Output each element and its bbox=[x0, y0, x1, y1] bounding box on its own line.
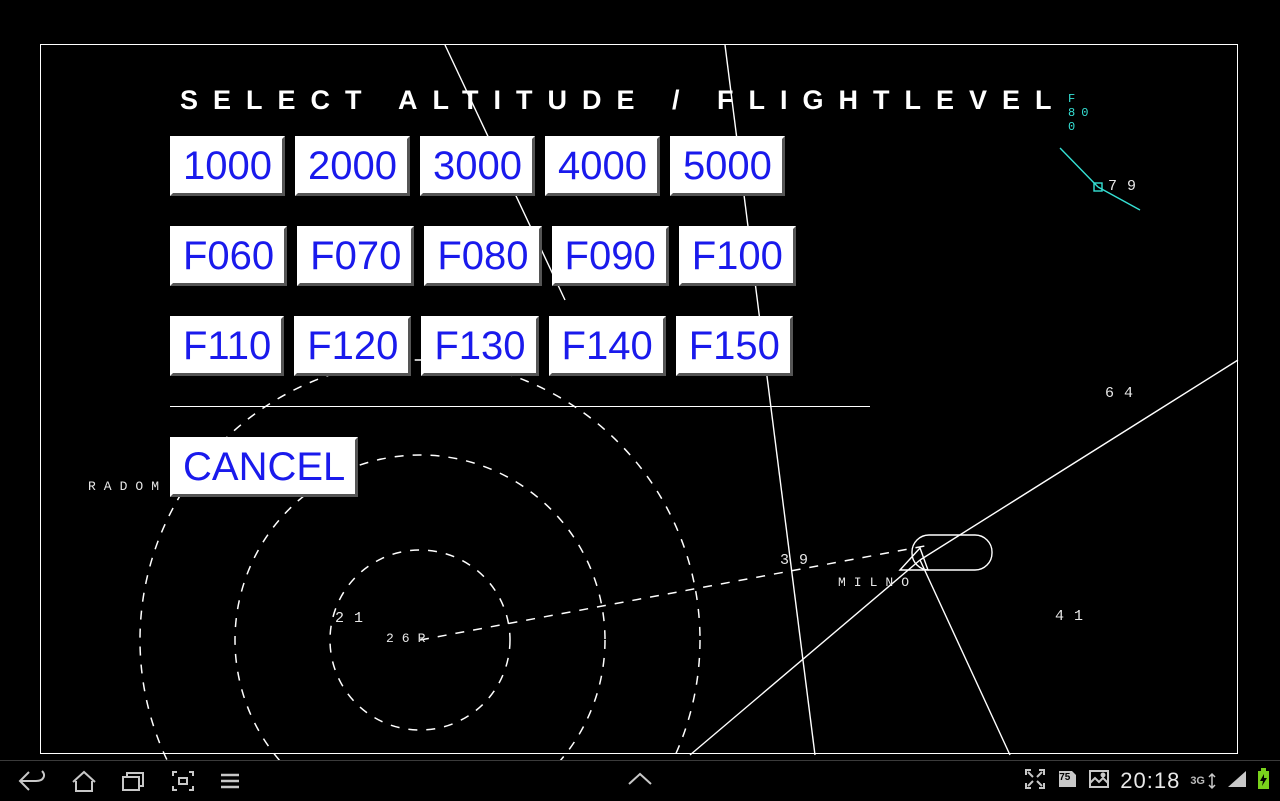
expand-up-icon[interactable] bbox=[625, 770, 655, 793]
dialog-title: SELECT ALTITUDE / FLIGHTLEVEL bbox=[180, 85, 1067, 116]
picture-icon bbox=[1088, 769, 1110, 794]
runway-label: 26R bbox=[386, 631, 433, 646]
fl-100-button[interactable]: F100 bbox=[679, 226, 796, 286]
fl-060-button[interactable]: F060 bbox=[170, 226, 287, 286]
game-screen: RADOM MILNO 26R 21 39 41 64 79 F 80 0 SE… bbox=[0, 0, 1280, 760]
signal-icon bbox=[1227, 770, 1247, 793]
menu-icon[interactable] bbox=[218, 769, 242, 793]
fl-080-button[interactable]: F080 bbox=[424, 226, 541, 286]
alt-4000-button[interactable]: 4000 bbox=[545, 136, 660, 196]
alt-5000-button[interactable]: 5000 bbox=[670, 136, 785, 196]
alt-3000-button[interactable]: 3000 bbox=[420, 136, 535, 196]
aircraft-data-tag[interactable]: F 80 0 bbox=[1068, 92, 1094, 134]
status-right: 75 20:18 3G bbox=[1024, 768, 1280, 795]
fix-radom-label: RADOM bbox=[88, 479, 167, 494]
fl-140-button[interactable]: F140 bbox=[549, 316, 666, 376]
altitude-dialog: SELECT ALTITUDE / FLIGHTLEVEL 1000 2000 … bbox=[170, 85, 1067, 527]
range-39-label: 39 bbox=[780, 552, 818, 569]
status-clock: 20:18 bbox=[1120, 768, 1180, 794]
range-21-label: 21 bbox=[335, 610, 373, 627]
cancel-row: CANCEL bbox=[170, 437, 1067, 497]
fix-milno-label: MILNO bbox=[838, 575, 917, 590]
network-3g-icon: 3G bbox=[1190, 772, 1217, 790]
fl-130-button[interactable]: F130 bbox=[421, 316, 538, 376]
range-64-label: 64 bbox=[1105, 385, 1143, 402]
screenshot-icon[interactable] bbox=[170, 769, 196, 793]
alt-1000-button[interactable]: 1000 bbox=[170, 136, 285, 196]
altitude-row-1: 1000 2000 3000 4000 5000 bbox=[170, 136, 1067, 196]
cancel-button[interactable]: CANCEL bbox=[170, 437, 358, 497]
range-41-label: 41 bbox=[1055, 608, 1093, 625]
fl-150-button[interactable]: F150 bbox=[676, 316, 793, 376]
alt-2000-button[interactable]: 2000 bbox=[295, 136, 410, 196]
altitude-row-2: F060 F070 F080 F090 F100 bbox=[170, 226, 1067, 286]
fl-110-button[interactable]: F110 bbox=[170, 316, 284, 376]
fl-090-button[interactable]: F090 bbox=[552, 226, 669, 286]
altitude-row-3: F110 F120 F130 F140 F150 bbox=[170, 316, 1067, 376]
back-icon[interactable] bbox=[18, 769, 48, 793]
recents-icon[interactable] bbox=[120, 769, 148, 793]
fullscreen-icon[interactable] bbox=[1024, 768, 1046, 795]
nav-icons bbox=[0, 769, 242, 793]
fl-070-button[interactable]: F070 bbox=[297, 226, 414, 286]
dialog-separator bbox=[170, 406, 870, 407]
range-79-label: 79 bbox=[1108, 178, 1146, 195]
home-icon[interactable] bbox=[70, 769, 98, 793]
sd-card-icon: 75 bbox=[1056, 769, 1078, 794]
battery-charging-icon bbox=[1257, 768, 1270, 795]
fl-120-button[interactable]: F120 bbox=[294, 316, 411, 376]
